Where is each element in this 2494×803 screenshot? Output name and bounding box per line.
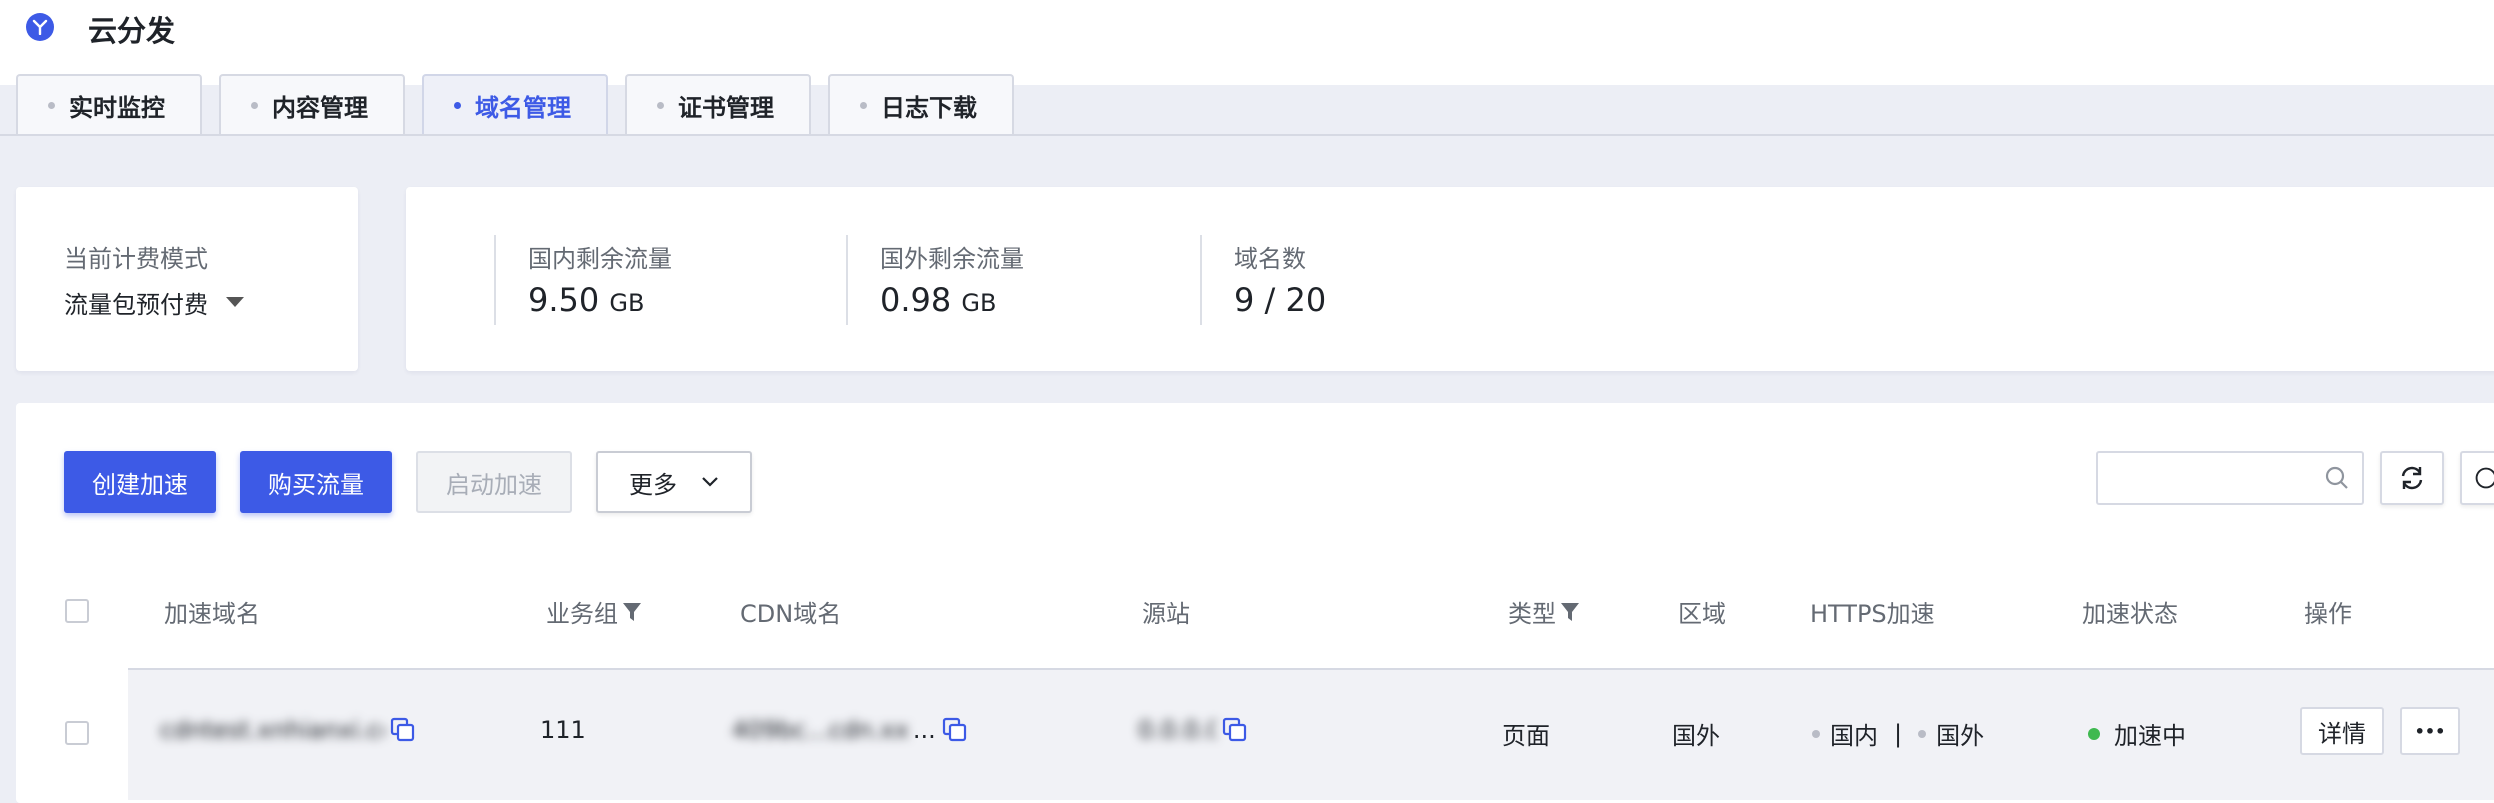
domestic-traffic-label: 国内剩余流量: [528, 245, 672, 273]
search-input[interactable]: [2110, 453, 2324, 503]
tabs-divider: [0, 134, 2494, 136]
cell-group: 111: [540, 716, 586, 744]
tab-label: 证书管理: [678, 93, 774, 122]
buy-traffic-button[interactable]: 购买流量: [240, 451, 392, 513]
billing-mode-label: 当前计费模式: [64, 245, 208, 273]
cell-https: 国内 | 国外: [1812, 716, 1984, 751]
app-title: 云分发: [88, 14, 176, 48]
tab-realtime-monitor[interactable]: 实时监控: [16, 74, 202, 134]
billing-mode-card: 当前计费模式 流量包预付费: [16, 187, 358, 371]
cell-status: 加速中: [2088, 716, 2186, 751]
tab-label: 实时监控: [69, 93, 165, 122]
tab-dot-icon: [48, 101, 55, 109]
filter-icon[interactable]: [1560, 601, 1580, 623]
search-box[interactable]: [2096, 451, 2364, 505]
app-header: 云分发 实时监控 内容管理 域名管理 证书管理 日志下载: [0, 0, 2494, 134]
col-header-domain: 加速域名: [164, 600, 260, 628]
billing-mode-value: 流量包预付费: [64, 291, 208, 319]
tab-label: 域名管理: [475, 93, 571, 122]
cell-type: 页面: [1502, 722, 1550, 750]
cell-cdn-domain: 409bc...cdn.xx ...: [732, 716, 1032, 744]
status-dot-icon: [1918, 729, 1927, 738]
stat-divider: [494, 235, 496, 325]
stat-divider: [846, 235, 848, 325]
chevron-down-icon[interactable]: [226, 297, 244, 307]
status-dot-icon: [1812, 729, 1820, 738]
tab-certificate-management[interactable]: 证书管理: [625, 74, 811, 134]
chevron-down-icon: [702, 477, 718, 487]
foreign-traffic-value: 0.98 GB: [880, 281, 997, 319]
origin-text: 0.0.0.0: [1138, 716, 1216, 744]
more-label: 更多: [629, 470, 677, 499]
cell-domain: cdntest.xnhianxi.com: [160, 716, 418, 744]
create-acceleration-button[interactable]: 创建加速: [64, 451, 216, 513]
refresh-icon: [2401, 466, 2423, 490]
tab-domain-management[interactable]: 域名管理: [422, 74, 608, 134]
https-foreign: 国外: [1936, 722, 1985, 750]
traffic-stats-card: 国内剩余流量 9.50 GB 国外剩余流量 0.98 GB 域名数 9 / 20: [406, 187, 2494, 371]
col-header-region: 区域: [1678, 600, 1726, 628]
col-header-cdn-domain: CDN域名: [740, 600, 842, 628]
tab-label: 内容管理: [272, 93, 368, 122]
https-separator: |: [1894, 719, 1903, 748]
col-header-actions: 操作: [2304, 600, 2352, 628]
copy-icon[interactable]: [390, 717, 416, 743]
tab-label: 日志下载: [881, 93, 977, 122]
help-icon: [2475, 467, 2494, 489]
col-header-origin: 源站: [1142, 600, 1190, 628]
https-domestic: 国内: [1830, 722, 1878, 750]
billing-mode-select[interactable]: 流量包预付费: [64, 285, 208, 320]
filter-icon[interactable]: [622, 601, 642, 623]
tab-dot-icon: [251, 101, 258, 109]
cell-region: 国外: [1672, 722, 1720, 750]
status-dot-icon: [2088, 727, 2100, 740]
start-acceleration-button[interactable]: 启动加速: [416, 451, 572, 513]
cdn-domain-text: 409bc...cdn.xx: [732, 716, 909, 744]
col-header-group[interactable]: 业务组: [546, 594, 642, 629]
tab-dot-icon: [860, 101, 867, 109]
foreign-traffic-label: 国外剩余流量: [880, 245, 1024, 273]
domain-count-label: 域名数: [1234, 245, 1306, 273]
help-button[interactable]: [2460, 451, 2494, 505]
tab-content-management[interactable]: 内容管理: [219, 74, 405, 134]
status-text: 加速中: [2114, 722, 2186, 750]
col-header-status: 加速状态: [2082, 600, 2178, 628]
row-checkbox[interactable]: [65, 721, 89, 745]
cell-origin: 0.0.0.0: [1138, 716, 1248, 744]
stat-divider: [1200, 235, 1202, 325]
domain-count-value: 9 / 20: [1234, 281, 1327, 319]
tab-log-download[interactable]: 日志下载: [828, 74, 1014, 134]
copy-icon[interactable]: [942, 717, 968, 743]
detail-button[interactable]: 详情: [2300, 707, 2384, 755]
domestic-traffic-value: 9.50 GB: [528, 281, 645, 319]
tab-dot-icon: [657, 101, 664, 109]
row-more-button[interactable]: •••: [2400, 707, 2460, 755]
copy-icon[interactable]: [1222, 717, 1248, 743]
domain-text: cdntest.xnhianxi.com: [160, 716, 384, 744]
select-all-checkbox[interactable]: [65, 599, 89, 623]
col-header-type[interactable]: 类型: [1508, 594, 1580, 629]
more-dropdown[interactable]: 更多: [596, 451, 752, 513]
refresh-button[interactable]: [2380, 451, 2444, 505]
col-header-https: HTTPS加速: [1810, 600, 1935, 628]
tab-dot-icon: [454, 101, 461, 109]
search-icon[interactable]: [2324, 465, 2350, 491]
app-logo-icon: [26, 13, 54, 41]
